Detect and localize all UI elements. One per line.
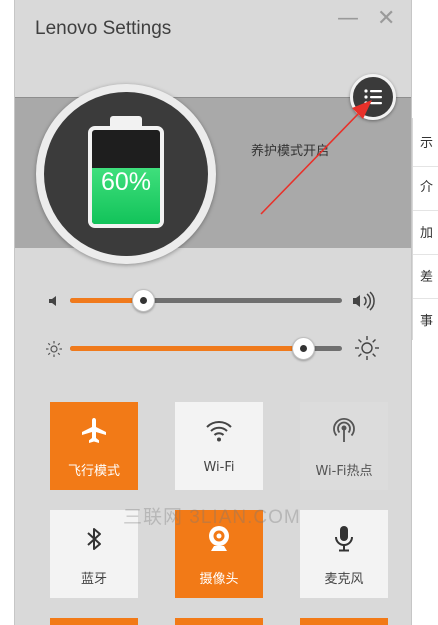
volume-low-icon	[49, 296, 56, 306]
tile-partial[interactable]	[50, 618, 138, 625]
screenshot: 示 介 加 差 事 Lenovo Settings — ✕ 养护模式开启 60%	[0, 0, 438, 625]
background-text: 示	[420, 136, 434, 151]
hotspot-icon	[333, 417, 355, 442]
divider	[413, 166, 438, 167]
background-text: 介	[420, 180, 434, 195]
watermark: 三联网 3LIAN.COM	[123, 507, 301, 528]
tile-label: 摄像头	[199, 572, 239, 587]
lenovo-settings-window: Lenovo Settings — ✕ 养护模式开启 60% 飞行模式 Wi-F…	[14, 0, 412, 625]
volume-thumb[interactable]	[131, 289, 155, 312]
battery-percent: 60%	[100, 168, 152, 196]
background-window: 示 介 加 差 事	[412, 118, 438, 340]
bluetooth-icon	[87, 528, 101, 550]
tile-label: Wi-Fi	[203, 460, 235, 475]
tile-label: 蓝牙	[80, 572, 107, 587]
tile-label: 麦克风	[324, 572, 364, 587]
volume-track[interactable]	[70, 289, 342, 312]
app-title: Lenovo Settings	[35, 18, 172, 39]
divider	[413, 254, 438, 255]
conservation-mode-status: 养护模式开启	[251, 144, 330, 159]
battery-cap	[110, 116, 142, 126]
battery-dial[interactable]: 60%	[36, 84, 216, 264]
menu-button[interactable]	[350, 74, 396, 120]
microphone-icon	[335, 526, 353, 552]
brightness-thumb[interactable]	[292, 337, 316, 360]
title-bar: Lenovo Settings — ✕	[15, 0, 411, 98]
divider	[413, 210, 438, 211]
wifi-icon	[206, 421, 232, 442]
tile-partial[interactable]	[300, 618, 388, 625]
minimize-button[interactable]: —	[337, 6, 359, 32]
brightness-track[interactable]	[70, 337, 342, 360]
brightness-low-icon	[46, 341, 62, 357]
close-button[interactable]: ✕	[377, 6, 395, 32]
background-text: 差	[420, 270, 434, 285]
tile-microphone[interactable]: 麦克风	[300, 510, 388, 598]
battery-icon: 60%	[88, 126, 164, 228]
list-menu-icon	[364, 89, 382, 105]
tile-partial[interactable]	[175, 618, 263, 625]
volume-slider[interactable]	[43, 285, 383, 315]
background-text: 事	[420, 314, 434, 329]
brightness-fill	[70, 346, 304, 351]
brightness-slider[interactable]	[43, 333, 383, 363]
tile-wifi[interactable]: Wi-Fi	[175, 402, 263, 490]
brightness-high-icon	[355, 336, 379, 360]
tile-label: 飞行模式	[67, 464, 120, 479]
airplane-icon	[82, 418, 106, 443]
divider	[413, 298, 438, 299]
volume-high-icon	[353, 291, 375, 311]
background-text: 加	[420, 226, 434, 241]
tile-label: Wi-Fi热点	[315, 464, 373, 479]
tile-wifi-hotspot[interactable]: Wi-Fi热点	[300, 402, 388, 490]
tile-airplane-mode[interactable]: 飞行模式	[50, 402, 138, 490]
